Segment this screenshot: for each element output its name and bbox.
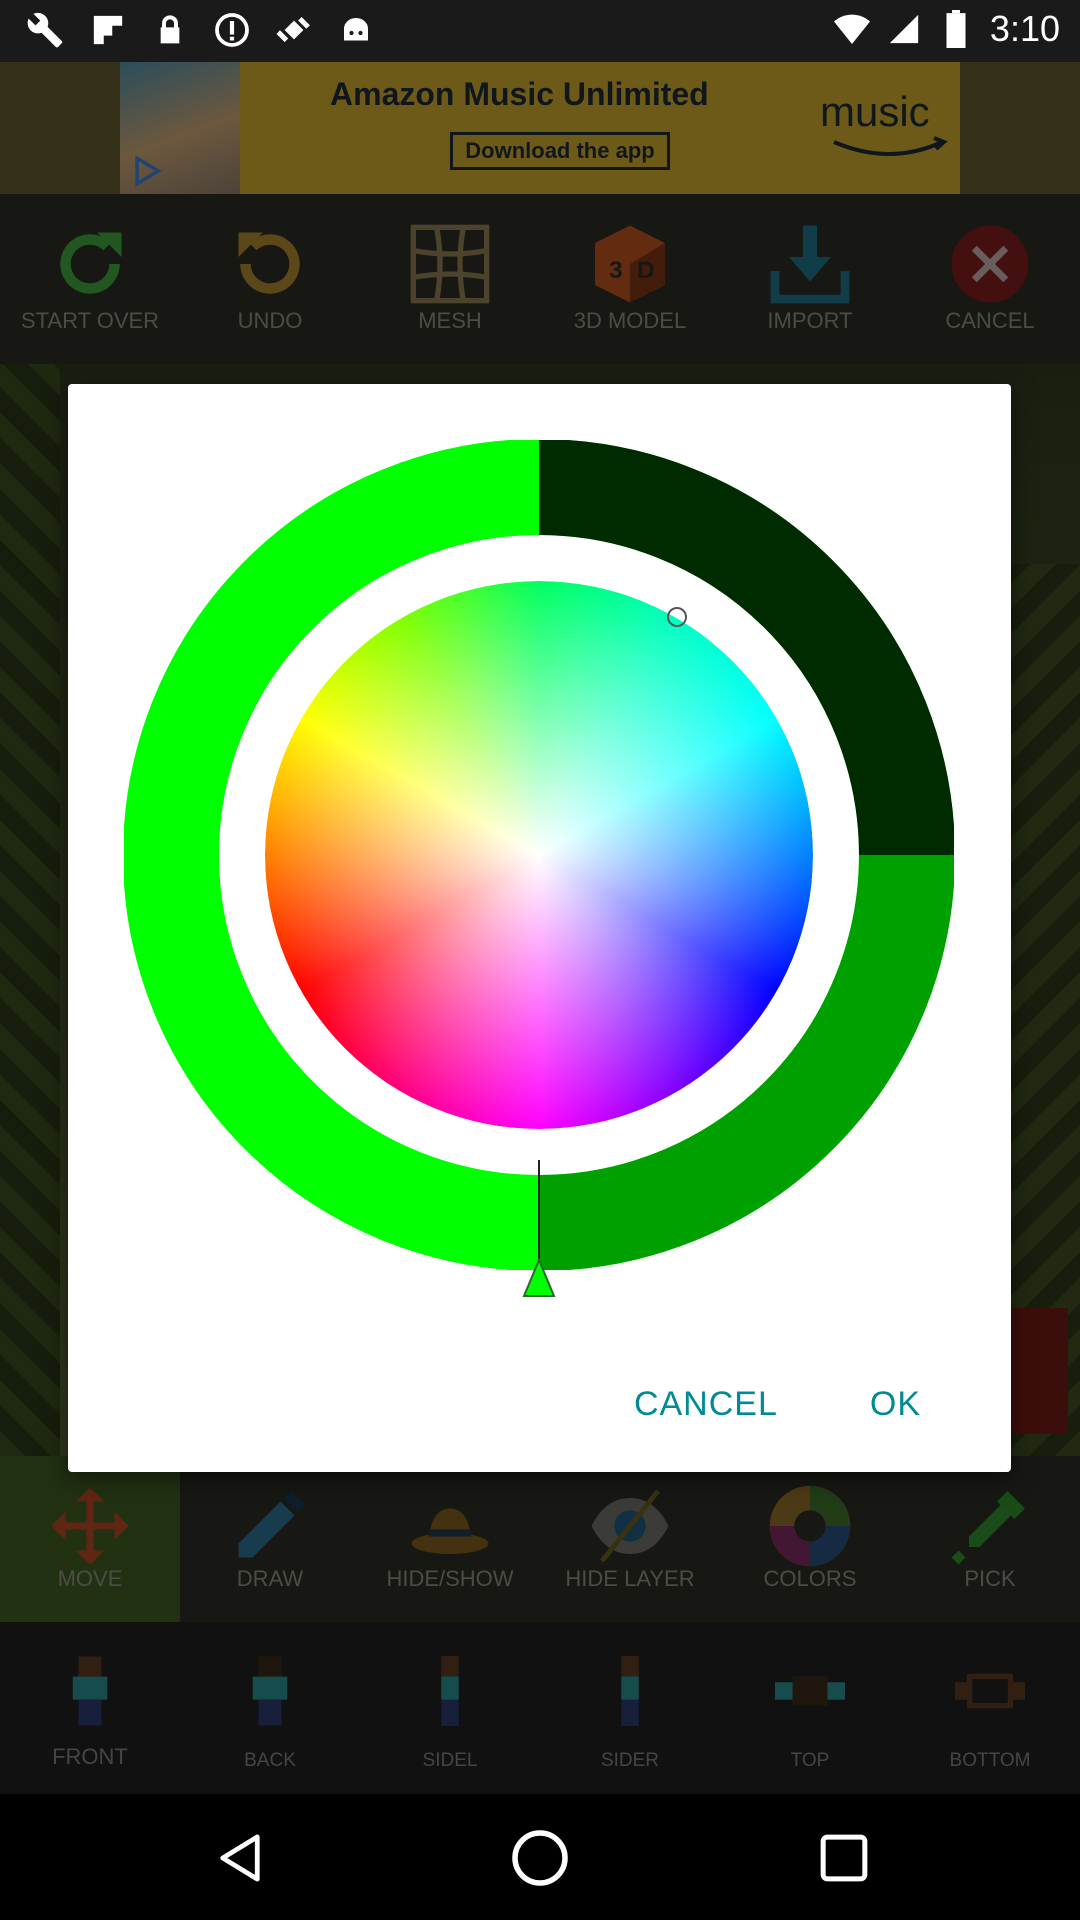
clock: 3:10	[989, 8, 1060, 49]
brightness-pointer-icon[interactable]	[522, 1258, 556, 1298]
color-picker-dialog: CANCEL OK	[68, 384, 1011, 1472]
flipboard-icon	[88, 10, 128, 50]
notification-icons	[26, 10, 376, 50]
hue-wheel[interactable]	[265, 581, 813, 1129]
signal-icon	[886, 9, 922, 49]
cancel-button[interactable]: CANCEL	[634, 1385, 778, 1424]
color-picker	[123, 439, 955, 1297]
status-bar: 3:10	[0, 0, 1080, 62]
system-status: 3:10	[833, 8, 1060, 50]
recents-icon[interactable]	[814, 1828, 874, 1888]
info-icon	[212, 10, 252, 50]
home-icon[interactable]	[510, 1828, 570, 1888]
lock-icon	[150, 10, 190, 50]
wrench-icon	[26, 10, 66, 50]
back-icon[interactable]	[210, 1828, 270, 1888]
ok-button[interactable]: OK	[870, 1385, 921, 1424]
fake-gps-icon	[274, 10, 314, 50]
battery-icon	[938, 9, 974, 49]
dialog-actions: CANCEL OK	[634, 1385, 1011, 1424]
navigation-bar	[0, 1794, 1080, 1920]
wifi-icon	[833, 9, 870, 49]
android-icon	[336, 10, 376, 50]
